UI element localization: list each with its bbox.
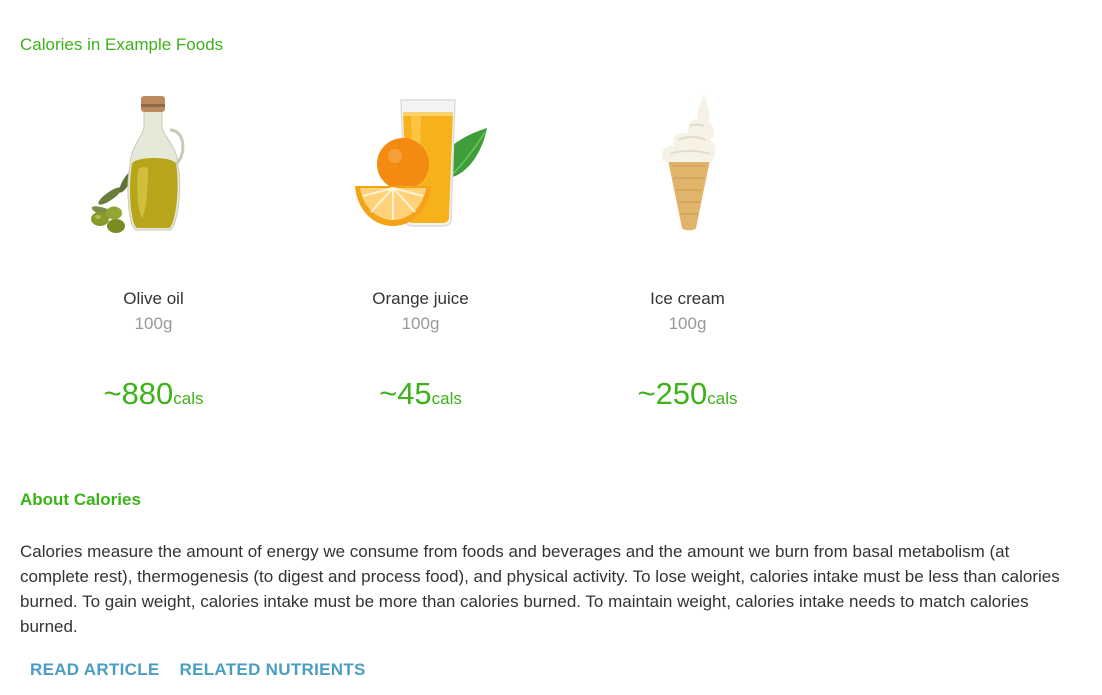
olive-oil-bottle-image <box>74 86 234 246</box>
about-calories-text: Calories measure the amount of energy we… <box>20 542 1060 636</box>
food-amount: 100g <box>668 314 707 333</box>
food-amount: 100g <box>401 314 440 333</box>
food-calories: ~880cals <box>20 376 287 412</box>
calories-prefix: ~ <box>103 376 122 411</box>
food-card-olive-oil: Olive oil 100g ~880cals <box>20 86 287 426</box>
section-title: Calories in Example Foods <box>20 35 224 54</box>
calories-unit: cals <box>431 389 462 408</box>
related-nutrients-button[interactable]: RELATED NUTRIENTS <box>170 657 376 683</box>
calories-unit: cals <box>707 389 738 408</box>
example-foods-list: Olive oil 100g ~880cals Orange juice 100… <box>20 86 840 426</box>
food-name: Olive oil <box>123 289 184 308</box>
article-links: READ ARTICLE RELATED NUTRIENTS <box>20 657 376 685</box>
food-name: Orange juice <box>372 289 469 308</box>
food-card-orange-juice: Orange juice 100g ~45cals <box>287 86 554 426</box>
food-calories: ~250cals <box>554 376 821 412</box>
calories-value: 45 <box>397 376 432 411</box>
calories-prefix: ~ <box>379 376 398 411</box>
calories-value: 250 <box>655 376 708 411</box>
ice-cream-cone-image <box>608 86 768 246</box>
about-calories-heading: About Calories <box>20 490 141 509</box>
food-name: Ice cream <box>650 289 725 308</box>
calories-unit: cals <box>173 389 204 408</box>
food-amount: 100g <box>134 314 173 333</box>
orange-juice-glass-image <box>341 86 501 246</box>
read-article-button[interactable]: READ ARTICLE <box>20 657 170 683</box>
calories-prefix: ~ <box>637 376 656 411</box>
food-card-ice-cream: Ice cream 100g ~250cals <box>554 86 821 426</box>
calories-value: 880 <box>121 376 174 411</box>
food-calories: ~45cals <box>287 376 554 412</box>
